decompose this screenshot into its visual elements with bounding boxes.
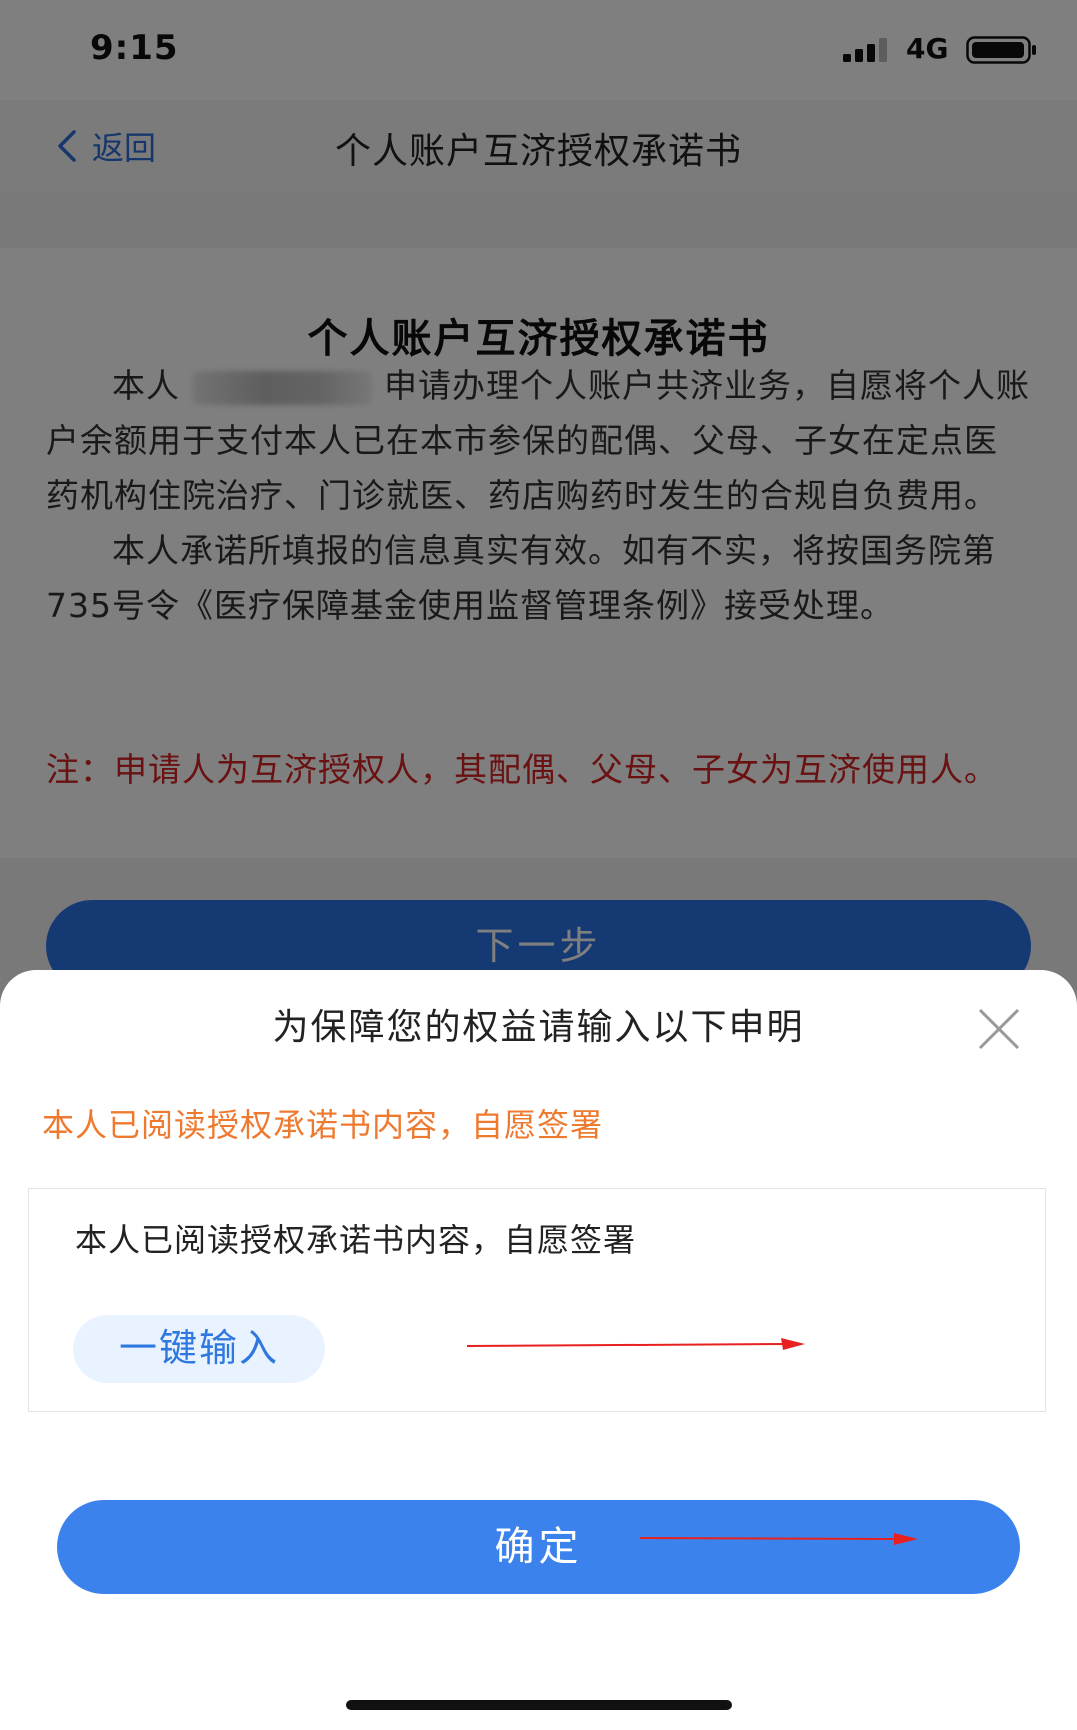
statement-input[interactable] <box>75 1213 995 1263</box>
statement-box: 一键输入 <box>28 1188 1046 1412</box>
declaration-sheet: 为保障您的权益请输入以下申明 本人已阅读授权承诺书内容，自愿签署 一键输入 确定 <box>0 970 1077 1730</box>
sheet-title: 为保障您的权益请输入以下申明 <box>272 1007 805 1048</box>
arrow-annotation-icon <box>467 1338 805 1350</box>
arrow-annotation-icon <box>640 1533 918 1545</box>
home-indicator <box>346 1700 732 1710</box>
one-click-input-button[interactable]: 一键输入 <box>73 1315 325 1383</box>
required-statement: 本人已阅读授权承诺书内容，自愿签署 <box>42 1106 604 1144</box>
confirm-button[interactable]: 确定 <box>57 1500 1020 1594</box>
close-icon[interactable] <box>976 1006 1022 1052</box>
